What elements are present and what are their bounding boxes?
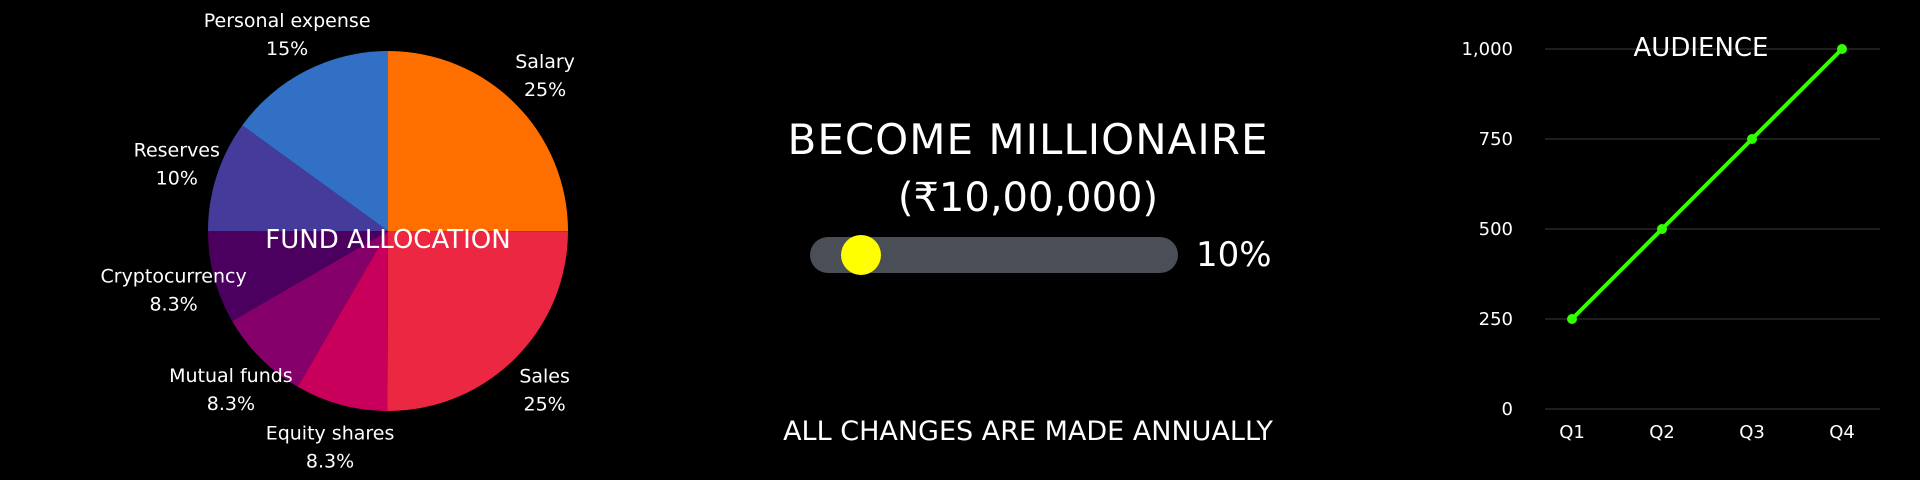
footer-note: ALL CHANGES ARE MADE ANNUALLY — [783, 416, 1273, 447]
pie-slice-value-sales: 25% — [523, 393, 565, 415]
pie-slice-value-mutual-funds: 8.3% — [207, 393, 255, 415]
line-series-0 — [1570, 47, 1844, 321]
goal-amount: (₹10,00,000) — [897, 175, 1159, 221]
y-tick-label-0: 0 — [1502, 399, 1513, 420]
y-tick-label-750: 750 — [1479, 129, 1513, 150]
pie-chart-title: FUND ALLOCATION — [265, 225, 510, 255]
line-point-q3 — [1747, 134, 1757, 144]
progress-percent-label: 10% — [1196, 235, 1272, 275]
pie-slice-label-sales: Sales — [519, 365, 570, 387]
pie-slice-value-salary: 25% — [524, 79, 566, 101]
y-tick-label-500: 500 — [1479, 219, 1513, 240]
pie-slice-value-personal-expense: 15% — [266, 38, 308, 60]
audience-line-chart: 0 250 500 750 1,000 Q1 Q2 Q3 Q4 AUDIENCE — [1461, 33, 1880, 443]
goal-progress-bar — [810, 235, 1178, 275]
x-tick-label-q4: Q4 — [1829, 422, 1855, 443]
pie-slice-label-mutual-funds: Mutual funds — [169, 365, 293, 387]
line-chart-title: AUDIENCE — [1634, 33, 1769, 63]
pie-slice-label-reserves: Reserves — [134, 140, 220, 162]
x-tick-label-q1: Q1 — [1559, 422, 1585, 443]
goal-title: BECOME MILLIONAIRE — [787, 115, 1269, 164]
pie-slice-value-cryptocurrency: 8.3% — [149, 294, 197, 316]
line-chart-x-ticks: Q1 Q2 Q3 Q4 — [1559, 422, 1855, 443]
fund-allocation-pie-chart: Salary 25% Sales 25% Equity shares 8.3% Mutual… — [100, 10, 575, 472]
y-tick-label-1000: 1,000 — [1461, 39, 1513, 60]
pie-slice-label-cryptocurrency: Cryptocurrency — [100, 266, 246, 288]
dashboard: Salary 25% Sales 25% Equity shares 8.3% Mutual… — [0, 0, 1920, 480]
line-point-q1 — [1567, 314, 1577, 324]
line-chart-grid — [1545, 48, 1880, 410]
pie-slice-value-reserves: 10% — [156, 168, 198, 190]
pie-slice-label-salary: Salary — [515, 51, 575, 73]
x-tick-label-q3: Q3 — [1739, 422, 1765, 443]
line-point-q2 — [1657, 224, 1667, 234]
x-tick-label-q2: Q2 — [1649, 422, 1675, 443]
pie-slice-label-personal-expense: Personal expense — [204, 10, 371, 32]
pie-slice-salary — [388, 51, 568, 232]
line-chart-y-ticks: 0 250 500 750 1,000 — [1461, 39, 1513, 420]
progress-indicator — [840, 235, 881, 275]
line-point-q4 — [1837, 44, 1847, 54]
line-chart-series — [1567, 44, 1847, 324]
pie-slice-value-equity-shares: 8.3% — [306, 450, 354, 472]
pie-slice-label-equity-shares: Equity shares — [266, 422, 395, 444]
y-tick-label-250: 250 — [1479, 309, 1513, 330]
